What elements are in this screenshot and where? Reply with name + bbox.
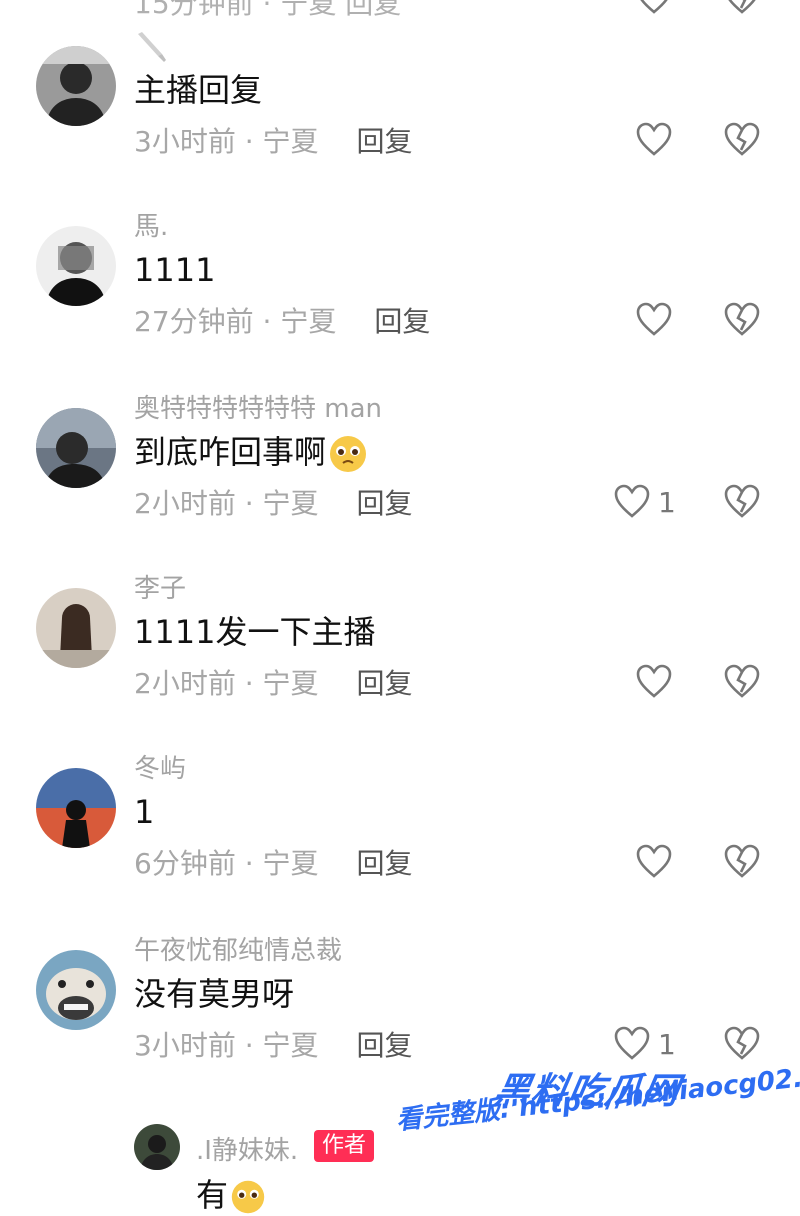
- comment-meta: 27分钟前 · 宁夏 回复: [134, 304, 430, 340]
- comment-time-location: 2小时前 · 宁夏: [134, 667, 319, 700]
- comment-time-location: 2小时前 · 宁夏: [134, 487, 319, 520]
- like-icon: [612, 482, 652, 522]
- comment-meta: 3小时前 · 宁夏 回复: [134, 1028, 413, 1064]
- comment-content: 到底咋回事啊: [134, 430, 368, 474]
- reply-button[interactable]: 回复: [357, 1029, 413, 1062]
- dislike-icon[interactable]: [722, 0, 762, 18]
- comment-username[interactable]: 奥特特特特特特 man: [134, 392, 382, 426]
- comment-username[interactable]: 李子: [134, 572, 186, 606]
- comment-username[interactable]: 午夜忧郁纯情总裁: [134, 934, 342, 968]
- reply-button[interactable]: 回复: [357, 487, 413, 520]
- like-button[interactable]: [634, 120, 680, 160]
- comment-item: 冬屿 1 6分钟前 · 宁夏 回复: [0, 754, 800, 950]
- dislike-icon[interactable]: [722, 120, 762, 160]
- sub-reply-avatar[interactable]: [134, 1124, 180, 1170]
- dislike-icon[interactable]: [722, 482, 762, 522]
- like-icon: [634, 662, 674, 702]
- comment-meta: 2小时前 · 宁夏 回复: [134, 666, 413, 702]
- comment-content: 没有莫男呀: [134, 975, 295, 1013]
- comment-item: 馬. 1111 27分钟前 · 宁夏 回复: [0, 212, 800, 408]
- comment-username[interactable]: 冬屿: [134, 752, 186, 786]
- comment-content: 1111发一下主播: [134, 613, 376, 651]
- comment-username[interactable]: 馬.: [134, 210, 168, 244]
- like-icon: [634, 120, 674, 160]
- comment-time-location: 3小时前 · 宁夏: [134, 125, 319, 158]
- comment-meta: 3小时前 · 宁夏 回复: [134, 124, 413, 160]
- pleading-emoji-icon: [230, 1179, 266, 1215]
- like-icon: [634, 300, 674, 340]
- knife-emoji-icon: [134, 30, 168, 64]
- comment-time-location: 3小时前 · 宁夏: [134, 1029, 319, 1062]
- avatar[interactable]: [36, 768, 116, 848]
- like-button[interactable]: [634, 662, 680, 702]
- comment-time-location: 6分钟前 · 宁夏: [134, 847, 319, 880]
- comment-text: 到底咋回事啊: [134, 433, 327, 471]
- sub-reply-username[interactable]: .I静妹妹.: [196, 1130, 298, 1167]
- reply-button[interactable]: 回复: [357, 847, 413, 880]
- reply-button[interactable]: 回复: [357, 667, 413, 700]
- pleading-emoji-icon: [328, 434, 368, 474]
- comment-item: 李子 1111发一下主播 2小时前 · 宁夏 回复: [0, 574, 800, 770]
- comment-item: 奥特特特特特特 man 到底咋回事啊 2小时前 · 宁夏 回复 1: [0, 394, 800, 590]
- comment-meta: 2小时前 · 宁夏 回复: [134, 486, 413, 522]
- comment-time-location: 27分钟前 · 宁夏: [134, 305, 337, 338]
- reply-button[interactable]: 回复: [357, 125, 413, 158]
- top-partial-meta: 15分钟前 · 宁夏 回复: [134, 0, 402, 20]
- comment-content: 1111: [134, 251, 216, 289]
- avatar[interactable]: [36, 226, 116, 306]
- like-button[interactable]: 1: [612, 482, 676, 522]
- comment-item: 主播回复 3小时前 · 宁夏 回复: [0, 32, 800, 228]
- avatar[interactable]: [36, 408, 116, 488]
- avatar[interactable]: [36, 46, 116, 126]
- sub-reply-text: 有: [196, 1176, 229, 1214]
- avatar[interactable]: [36, 950, 116, 1030]
- like-button[interactable]: [634, 300, 680, 340]
- dislike-icon[interactable]: [722, 300, 762, 340]
- comment-content: 主播回复: [134, 71, 263, 109]
- like-button[interactable]: [634, 842, 680, 882]
- dislike-icon[interactable]: [722, 662, 762, 702]
- reply-button[interactable]: 回复: [374, 305, 430, 338]
- like-icon[interactable]: [634, 0, 674, 18]
- like-count: 1: [658, 485, 676, 519]
- like-icon: [612, 1024, 652, 1064]
- like-count: 1: [658, 1027, 676, 1061]
- comment-meta: 6分钟前 · 宁夏 回复: [134, 846, 413, 882]
- like-button[interactable]: 1: [612, 1024, 676, 1064]
- comment-content: 1: [134, 793, 155, 831]
- dislike-icon[interactable]: [722, 1024, 762, 1064]
- sub-reply-content: 有: [196, 1170, 266, 1216]
- like-icon: [634, 842, 674, 882]
- author-badge: 作者: [314, 1130, 375, 1162]
- avatar[interactable]: [36, 588, 116, 668]
- dislike-icon[interactable]: [722, 842, 762, 882]
